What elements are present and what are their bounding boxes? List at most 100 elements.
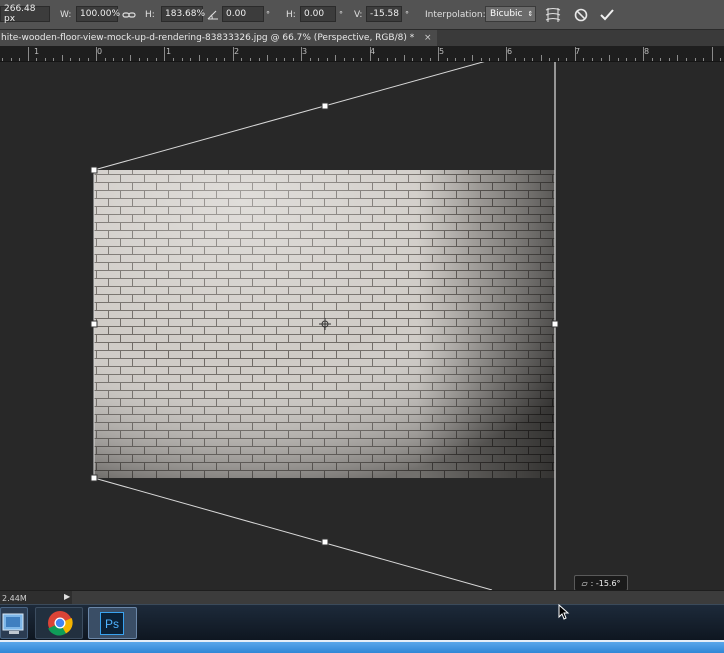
ruler-tick — [549, 58, 551, 61]
ruler-tick — [694, 58, 696, 61]
ruler-tick — [489, 58, 491, 61]
document-tab[interactable]: hite-wooden-floor-view-mock-up-d-renderi… — [0, 30, 437, 46]
ruler-tick — [626, 58, 628, 61]
ruler-tick — [378, 58, 380, 61]
ruler-tick — [609, 55, 611, 61]
ruler-tick — [668, 58, 670, 61]
photoshop-icon: Ps — [100, 612, 124, 635]
monitor-icon — [2, 613, 24, 634]
ruler-tick — [472, 55, 474, 61]
ruler-tick — [335, 55, 337, 61]
ruler-tick — [121, 58, 123, 61]
ruler-tick — [711, 47, 713, 61]
ruler-tick — [326, 58, 328, 61]
ruler-tick — [540, 55, 542, 61]
skew-v-label: V: — [354, 9, 363, 20]
perspective-edge-bottom — [93, 477, 493, 590]
rotate-degree-symbol: ° — [266, 10, 270, 19]
ruler-tick — [395, 58, 397, 61]
skew-v-degree-symbol: ° — [405, 10, 409, 19]
ruler-tick — [352, 58, 354, 61]
transform-handle-top-center[interactable] — [321, 102, 329, 110]
ruler-tick — [634, 58, 636, 61]
ruler-tick — [190, 58, 192, 61]
ruler-tick — [420, 58, 422, 61]
ruler-tick — [446, 58, 448, 61]
ruler-tick — [130, 55, 132, 61]
ruler-tick — [2, 58, 3, 61]
horizontal-ruler[interactable]: 1 0 1 2 3 4 5 6 7 8 — [0, 47, 724, 62]
ruler-tick — [344, 58, 345, 61]
ruler-tick — [677, 55, 679, 61]
dropdown-arrows-icon: ⇕ — [527, 10, 534, 18]
ruler-tick — [87, 58, 89, 61]
ruler-tick — [173, 58, 174, 61]
width-field[interactable]: 100.00% — [76, 6, 120, 22]
ruler-tick — [523, 58, 525, 61]
ruler-tick — [138, 58, 140, 61]
ruler-label: 4 — [370, 47, 376, 56]
height-field[interactable]: 183.68% — [161, 6, 205, 22]
ruler-label: 0 — [97, 47, 103, 56]
transform-handle-middle-right[interactable] — [551, 320, 559, 328]
warp-mode-icon[interactable] — [544, 0, 562, 29]
ruler-tick — [591, 58, 593, 61]
ruler-tick — [429, 58, 431, 61]
ruler-label: 1 — [166, 47, 172, 56]
ruler-tick — [292, 58, 294, 61]
skew-angle-readout: : -15.6° — [590, 578, 621, 588]
ruler-tick — [53, 58, 55, 61]
transform-handle-bottom-center[interactable] — [321, 538, 329, 546]
options-bar: 266.48 px W: 100.00% H: 183.68% 0.00 ° H… — [0, 0, 724, 30]
rotate-field[interactable]: 0.00 — [222, 6, 264, 22]
ruler-tick — [241, 58, 243, 61]
ruler-tick — [181, 58, 183, 61]
cancel-transform-icon[interactable] — [574, 0, 588, 29]
perspective-edge-top — [93, 62, 485, 171]
ruler-tick — [10, 58, 12, 61]
transform-handle-middle-left[interactable] — [90, 320, 98, 328]
ruler-tick — [651, 58, 653, 61]
taskbar-app-photoshop[interactable]: Ps — [88, 607, 137, 639]
ruler-tick — [412, 58, 414, 61]
skew-h-field[interactable]: 0.00 — [300, 6, 336, 22]
taskbar-app-chrome[interactable] — [35, 607, 83, 639]
skew-icon: ▱ — [581, 578, 588, 588]
ruler-tick — [309, 58, 311, 61]
ruler-label: 5 — [439, 47, 445, 56]
status-bar: 2.44M ▶ — [0, 590, 724, 605]
chrome-icon — [48, 611, 73, 636]
ruler-tick — [515, 58, 516, 61]
skew-v-field[interactable]: -15.58 — [366, 6, 402, 22]
ruler-tick — [198, 55, 200, 61]
interpolation-value: Bicubic — [490, 9, 523, 19]
interpolation-dropdown[interactable]: Bicubic ⇕ — [485, 6, 536, 22]
ruler-tick — [155, 58, 157, 61]
transform-overlay[interactable] — [0, 62, 724, 590]
ruler-tick — [44, 58, 46, 61]
taskbar-app-explorer[interactable] — [0, 607, 28, 639]
document-size: 2.44M — [0, 591, 72, 605]
ruler-label: 8 — [644, 47, 650, 56]
transform-handle-top-left[interactable] — [90, 166, 98, 174]
ruler-tick — [70, 58, 72, 61]
ruler-label: 7 — [575, 47, 581, 56]
rotate-angle-icon — [207, 0, 219, 29]
document-canvas[interactable] — [0, 62, 724, 590]
status-menu-arrow-icon[interactable]: ▶ — [64, 592, 70, 601]
ruler-tick — [557, 58, 559, 61]
link-icon[interactable] — [122, 0, 136, 29]
ruler-tick — [249, 58, 251, 61]
x-position-field[interactable]: 266.48 px — [0, 4, 50, 24]
ruler-tick — [686, 58, 687, 61]
tab-close-icon[interactable]: × — [424, 30, 432, 46]
ruler-tick — [617, 58, 619, 61]
ruler-tick — [275, 58, 277, 61]
ruler-tick — [113, 58, 115, 61]
ruler-tick — [720, 58, 722, 61]
ruler-label: 1 — [34, 47, 40, 56]
document-tab-title: hite-wooden-floor-view-mock-up-d-renderi… — [1, 33, 415, 43]
commit-transform-icon[interactable] — [600, 0, 614, 29]
ruler-tick — [147, 58, 149, 61]
transform-handle-bottom-left[interactable] — [90, 474, 98, 482]
